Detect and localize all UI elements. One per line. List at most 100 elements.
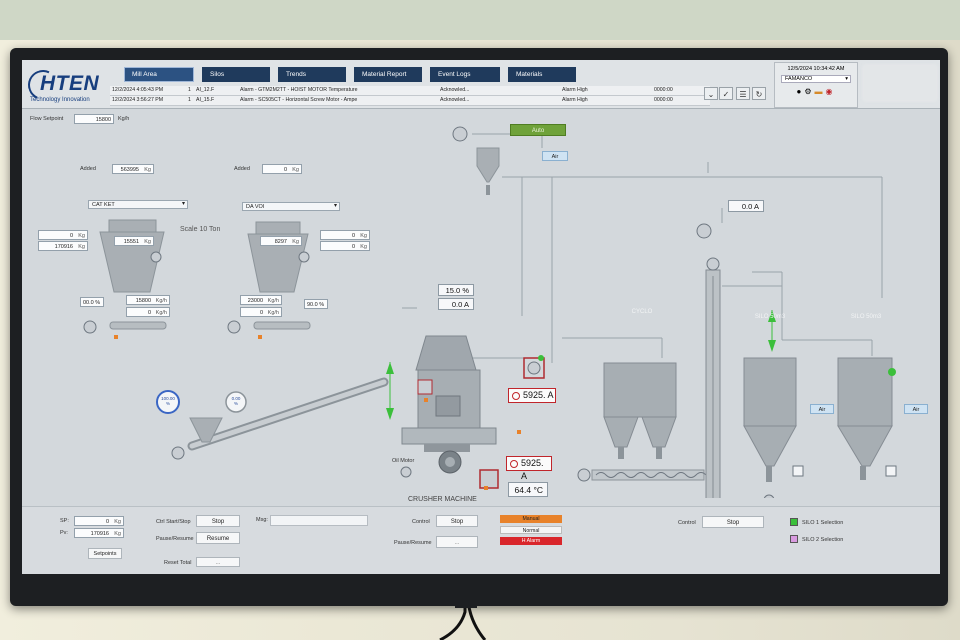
right-set-1[interactable]: 0 Kg [320, 230, 370, 240]
oil-temperature: 64.4 °C [508, 482, 548, 497]
oil-motor-label: Oil Motor [392, 458, 415, 464]
chevron-down-icon: ▾ [181, 201, 185, 207]
tab-material-report[interactable]: Material Report [354, 67, 422, 82]
list-icon[interactable]: ☰ [736, 87, 750, 100]
left-flow-1: 15800 Kg/h [126, 295, 170, 305]
top-cyclone-hopper [476, 147, 500, 183]
left-added-value: 563995 Kg [112, 164, 154, 174]
right-material-select[interactable]: DA VOI ▾ [242, 202, 340, 211]
pause-resume-2-label: Pause/Resume [394, 540, 432, 546]
flow-setpoint-label: Flow Setpoint [30, 116, 64, 122]
alarm-row[interactable]: 12/2/2024 3:56:27 PM 1 AI_15.F Alarm - S… [110, 96, 710, 106]
silo1-label: SILO 50m3 [754, 314, 786, 320]
refresh-icon[interactable]: ↻ [752, 87, 766, 100]
monitor-cables [439, 600, 487, 640]
settings-icon: ⚙ [804, 87, 815, 96]
crusher-machine [401, 335, 497, 474]
tab-silos[interactable]: Silos [202, 67, 270, 82]
right-added-label: Added [234, 166, 250, 172]
hten-logo: HTEN Technology Innovation [23, 65, 112, 106]
toolbar-icons[interactable]: ●⚙▬◉ [775, 87, 857, 96]
top-fan-icon [452, 126, 468, 142]
pv-value: 170916 Kg [74, 528, 124, 538]
left-set-1[interactable]: 0 Kg [38, 230, 88, 240]
sp-value[interactable]: 0 Kg [74, 516, 124, 526]
crusher-label: CRUSHER MACHINE [408, 496, 477, 503]
right-flow-2: 0 Kg/h [240, 307, 282, 317]
msg-field [270, 515, 368, 526]
control-stop-button[interactable]: Stop [436, 515, 478, 527]
right-percent[interactable]: 90.0 % [304, 299, 328, 309]
auto-button[interactable]: Auto [510, 124, 566, 136]
mill-percent: 15.0 % [438, 284, 474, 296]
blurred-region [862, 64, 938, 102]
window-frame-top [0, 0, 960, 40]
key-icon: ▬ [814, 87, 826, 96]
right-set-2[interactable]: 0 Kg [320, 241, 370, 251]
silo2-selection-label: SILO 2 Selection [802, 537, 844, 543]
ctrl-stop-button[interactable]: Stop [196, 515, 240, 527]
control-label: Control [412, 519, 430, 525]
left-feeder-motor-icon [83, 320, 97, 334]
elevator-motor-icon [706, 257, 720, 271]
collapse-icon[interactable]: ⌄ [704, 87, 718, 100]
silo2-air-indicator: Air [904, 404, 928, 414]
tab-materials[interactable]: Materials [508, 67, 576, 82]
right-flow-1: 23000 Kg/h [240, 295, 282, 305]
left-added-label: Added [80, 166, 96, 172]
acknowledge-icon[interactable]: ✓ [719, 87, 733, 100]
left-percent[interactable]: 00.0 % [80, 297, 104, 307]
silo1-air-valve [792, 465, 804, 477]
left-flow-2: 0 Kg/h [126, 307, 170, 317]
pv-label: Pv: [60, 530, 68, 536]
tab-mill-area[interactable]: Mill Area [124, 67, 194, 82]
silo1-air-indicator: Air [810, 404, 834, 414]
silo2-label: SILO 50m3 [850, 314, 882, 320]
left-material-select[interactable]: CAT KET ▾ [88, 200, 188, 209]
status-normal: Normal [500, 526, 562, 534]
motor-current-alarm[interactable]: 5925. A [506, 456, 552, 481]
clock-panel: 12/5/2024 10:34:42 AM FAMANCO ▾ ●⚙▬◉ [774, 62, 858, 108]
fan-current-alarm[interactable]: 5925. A [508, 388, 556, 403]
cyclone-group [603, 362, 677, 459]
chevron-down-icon: ▾ [333, 203, 337, 209]
screw-motor-icon [577, 468, 591, 482]
crusher-motor-icon [479, 469, 499, 489]
datetime-text: 12/5/2024 10:34:42 AM [787, 66, 845, 72]
flow-setpoint-input[interactable]: 15800 [74, 114, 114, 124]
alarm-row[interactable]: 12/2/2024 4:05:43 PM 1 AI_12.F Alarm - G… [110, 86, 710, 96]
right-feeder-motor-icon [227, 320, 241, 334]
setpoints-button[interactable]: Setpoints [88, 548, 122, 559]
right-bin-weight: 8297 Kg [260, 236, 302, 246]
oil-motor-icon [400, 466, 412, 478]
screw-conveyor [591, 469, 705, 481]
silo1-selection-label: SILO 1 Selection [802, 520, 844, 526]
right-added-value: 0 Kg [262, 164, 302, 174]
mill-motor-icon [417, 379, 433, 395]
msg-label: Msg: [256, 517, 268, 523]
silo1-selection-checkbox[interactable] [790, 518, 798, 526]
header-bar: HTEN Technology Innovation Mill Area Sil… [22, 60, 940, 109]
user-select[interactable]: FAMANCO ▾ [781, 75, 851, 83]
status-alarm: H Alarm [500, 537, 562, 545]
status-manual: Manual [500, 515, 562, 523]
silo2-selection-checkbox[interactable] [790, 535, 798, 543]
tab-trends[interactable]: Trends [278, 67, 346, 82]
resume-button[interactable]: Resume [196, 532, 240, 544]
silo-1 [743, 357, 797, 498]
air-indicator: Air [542, 151, 568, 161]
sp-label: SP: [60, 518, 69, 524]
scale-label: Scale 10 Ton [180, 226, 221, 233]
tab-event-logs[interactable]: Event Logs [430, 67, 500, 82]
control-2-stop-button[interactable]: Stop [702, 516, 764, 528]
elevator-fan-icon [696, 223, 712, 239]
cyclo-label: CYCLO [631, 309, 653, 315]
reset-total-button[interactable]: ... [196, 557, 240, 567]
control-2-label: Control [678, 520, 696, 526]
elevator-current: 0.0 A [728, 200, 764, 212]
mill-current: 0.0 A [438, 298, 474, 310]
pause-resume-2-button[interactable]: ... [436, 536, 478, 548]
conveyor-motor-icon [171, 446, 185, 460]
pause-resume-label: Pause/Resume [156, 536, 194, 542]
left-set-2[interactable]: 170916 Kg [38, 241, 88, 251]
